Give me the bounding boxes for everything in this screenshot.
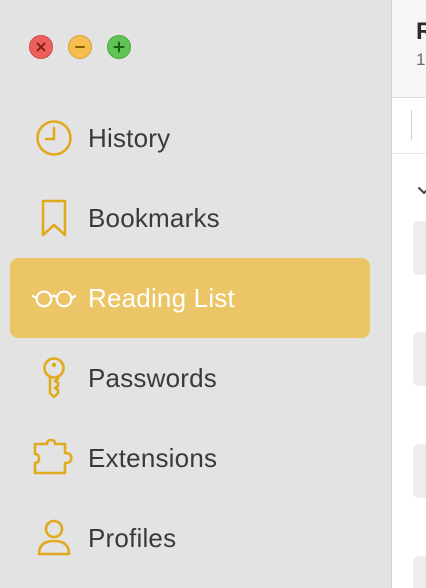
clock-icon xyxy=(32,118,76,158)
list-item[interactable] xyxy=(413,444,426,498)
sidebar-item-passwords[interactable]: Passwords xyxy=(10,338,370,418)
sidebar-item-history[interactable]: History xyxy=(10,98,370,178)
chevron-down-icon[interactable] xyxy=(418,186,426,196)
person-icon xyxy=(32,518,76,558)
plus-icon xyxy=(113,41,125,53)
zoom-button[interactable] xyxy=(107,35,131,59)
key-icon xyxy=(32,357,76,399)
settings-window: History Bookmarks Reading List Passwords… xyxy=(0,0,426,588)
list-item[interactable] xyxy=(413,221,426,275)
minimize-icon xyxy=(75,46,85,48)
search-field-edge[interactable] xyxy=(411,110,412,140)
content-toolbar xyxy=(392,98,426,154)
sidebar-item-label: Profiles xyxy=(88,522,177,553)
puzzle-icon xyxy=(32,438,76,478)
sidebar-item-profiles[interactable]: Profiles xyxy=(10,498,370,578)
glasses-icon xyxy=(32,278,76,318)
main-content: R 1 xyxy=(391,0,426,588)
sidebar-item-label: Reading List xyxy=(88,282,235,313)
list-item[interactable] xyxy=(413,332,426,386)
sidebar-item-extensions[interactable]: Extensions xyxy=(10,418,370,498)
close-button[interactable] xyxy=(29,35,53,59)
minimize-button[interactable] xyxy=(68,35,92,59)
sidebar-item-bookmarks[interactable]: Bookmarks xyxy=(10,178,370,258)
page-subtitle: 1 xyxy=(416,50,426,69)
sidebar: History Bookmarks Reading List Passwords… xyxy=(0,0,391,588)
sidebar-item-label: Passwords xyxy=(88,362,217,393)
bookmark-icon xyxy=(32,198,76,238)
window-controls xyxy=(29,35,131,59)
content-header: R 1 xyxy=(392,0,426,98)
sidebar-item-label: Bookmarks xyxy=(88,202,220,233)
list-item[interactable] xyxy=(413,556,426,588)
sidebar-item-label: History xyxy=(88,122,171,153)
close-icon xyxy=(36,42,46,52)
sidebar-item-reading-list[interactable]: Reading List xyxy=(10,258,370,338)
sidebar-nav: History Bookmarks Reading List Passwords… xyxy=(10,98,370,578)
page-title: R xyxy=(416,18,426,46)
sidebar-item-label: Extensions xyxy=(88,442,218,473)
